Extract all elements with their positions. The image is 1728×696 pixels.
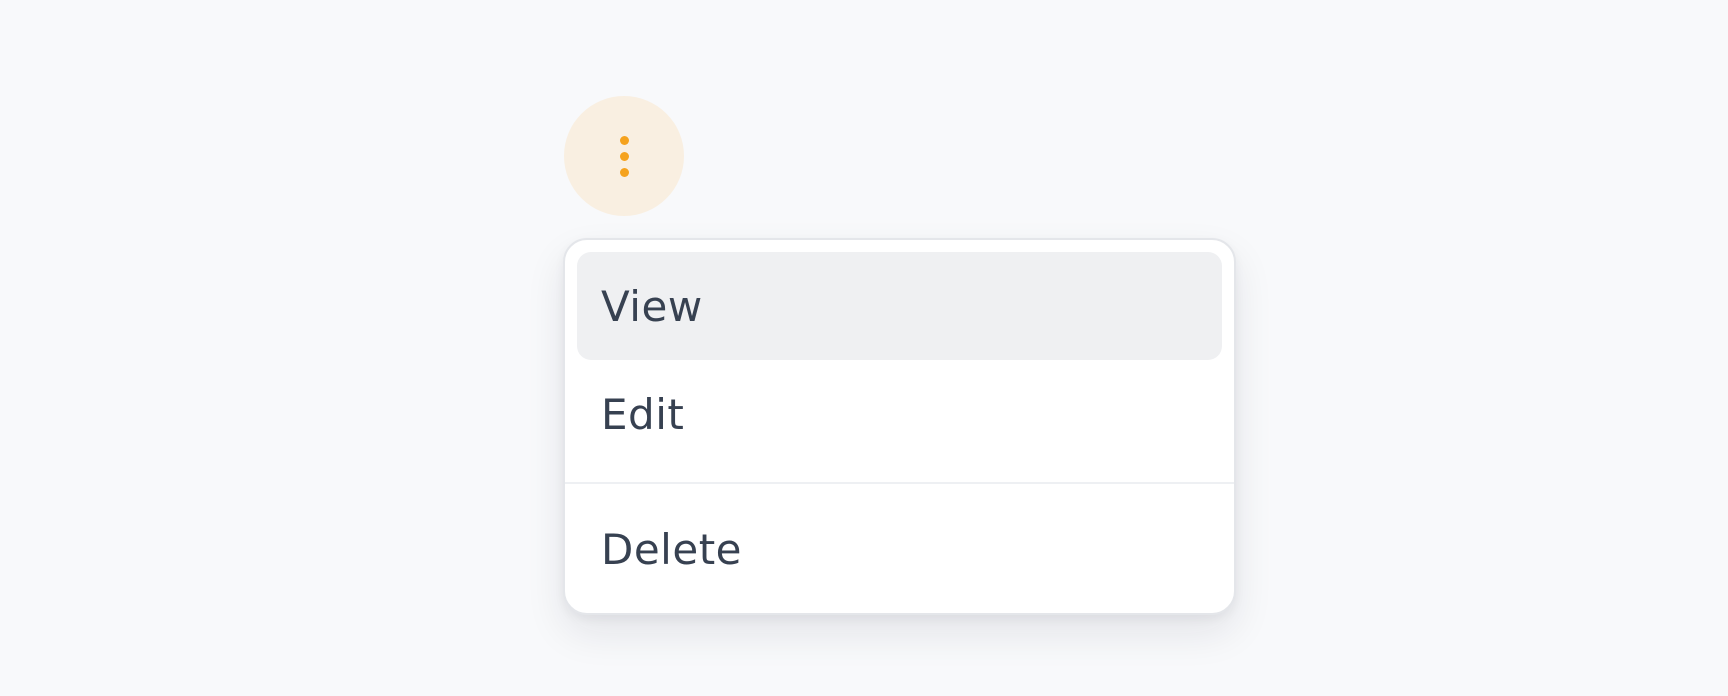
menu-item-delete[interactable]: Delete: [577, 495, 1222, 603]
dots-vertical-icon: [619, 167, 629, 177]
menu-divider: [565, 482, 1234, 484]
menu-item-label: View: [601, 281, 703, 331]
dots-vertical-icon: [619, 135, 629, 145]
dropdown-menu: View Edit Delete: [563, 238, 1236, 615]
menu-item-edit[interactable]: Edit: [577, 360, 1222, 468]
more-options-button[interactable]: [564, 96, 684, 216]
menu-item-view[interactable]: View: [577, 252, 1222, 360]
dots-vertical-icon: [619, 151, 629, 161]
menu-item-label: Edit: [601, 389, 685, 439]
page: View Edit Delete: [0, 0, 1728, 696]
menu-item-label: Delete: [601, 524, 742, 574]
